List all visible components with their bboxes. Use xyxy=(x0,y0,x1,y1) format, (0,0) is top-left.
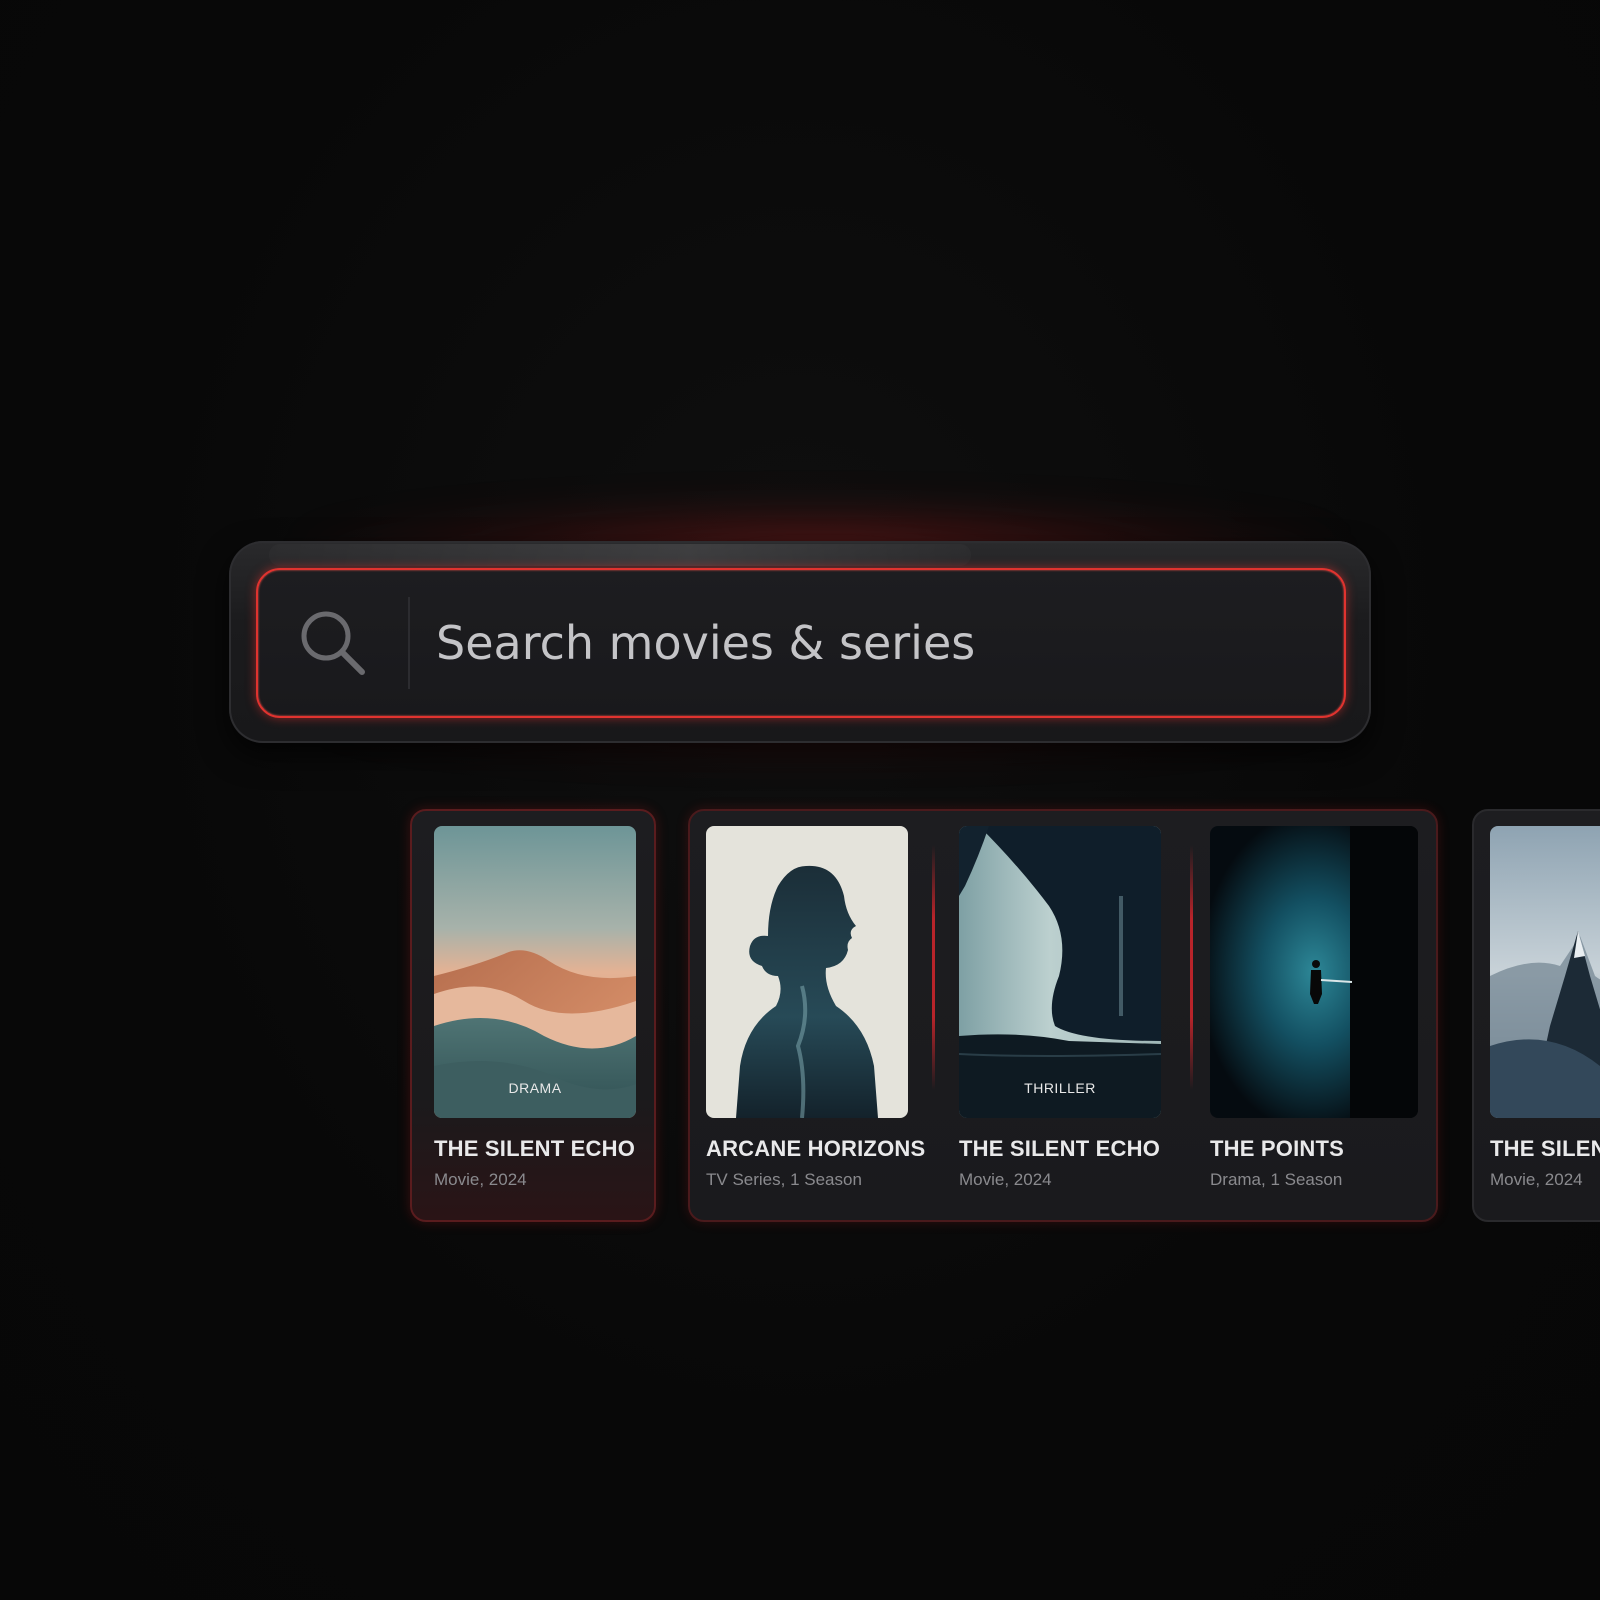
result-card-3[interactable]: THRILLER THE SILENT ECHO Movie, 2024 xyxy=(959,826,1161,1216)
search-input[interactable] xyxy=(410,570,1344,716)
result-card-5[interactable]: THE SILENT ECHO Movie, 2024 xyxy=(1490,826,1600,1216)
poster-image: DRAMA xyxy=(434,826,636,1118)
card-meta: TV Series, 1 Season xyxy=(706,1170,862,1189)
card-meta: Movie, 2024 xyxy=(1490,1170,1583,1189)
poster-image xyxy=(706,826,908,1118)
result-card-1[interactable]: DRAMA THE SILENT ECHO Movie, 2024 xyxy=(434,826,636,1216)
poster-genre-label: THRILLER xyxy=(1024,1080,1096,1096)
app-stage: DRAMA THE SILENT ECHO Movie, 2024 ARCANE… xyxy=(0,0,1600,1600)
result-card-2[interactable]: ARCANE HORIZONS TV Series, 1 Season xyxy=(706,826,925,1216)
card-title: THE SILENT ECHO xyxy=(434,1136,636,1161)
card-title: THE SILENT ECHO xyxy=(1490,1136,1600,1161)
card-meta: Drama, 1 Season xyxy=(1210,1170,1343,1189)
card-separator xyxy=(932,845,935,1090)
poster-image xyxy=(1210,826,1418,1118)
card-title: THE POINTS xyxy=(1210,1136,1345,1161)
poster-image: THRILLER xyxy=(959,826,1161,1118)
card-meta: Movie, 2024 xyxy=(959,1170,1052,1189)
card-separator xyxy=(1190,845,1193,1090)
search-bar[interactable] xyxy=(256,568,1346,718)
card-title: THE SILENT ECHO xyxy=(959,1136,1161,1161)
poster-genre-label: DRAMA xyxy=(508,1080,562,1096)
poster-image xyxy=(1490,826,1600,1118)
result-card-4[interactable]: THE POINTS Drama, 1 Season xyxy=(1210,826,1418,1216)
card-meta: Movie, 2024 xyxy=(434,1170,527,1189)
search-icon[interactable] xyxy=(258,570,408,716)
card-title: ARCANE HORIZONS xyxy=(706,1136,926,1161)
